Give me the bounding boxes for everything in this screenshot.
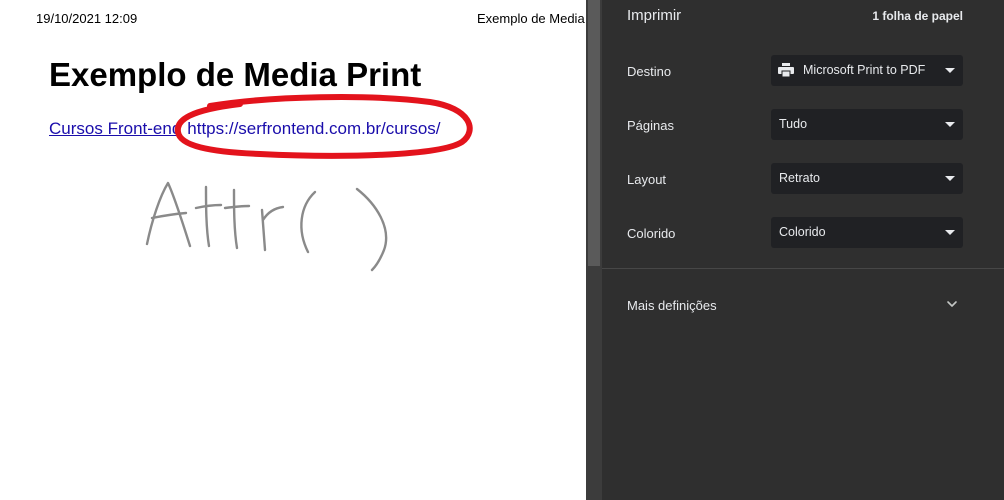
color-select[interactable]: Colorido	[771, 217, 963, 248]
destination-select[interactable]: Microsoft Print to PDF	[771, 55, 963, 86]
pages-value: Tudo	[779, 117, 808, 131]
destination-label: Destino	[627, 64, 672, 79]
dropdown-arrow-icon	[945, 230, 955, 235]
preview-scrollbar[interactable]	[586, 0, 602, 500]
print-settings-panel: Imprimir 1 folha de papel Destino Micros…	[602, 0, 1004, 500]
color-value: Colorido	[779, 225, 826, 239]
dropdown-arrow-icon	[945, 68, 955, 73]
page-header-date: 19/10/2021 12:09	[36, 11, 138, 26]
preview-scrollbar-thumb[interactable]	[588, 0, 600, 266]
pages-label: Páginas	[627, 118, 674, 133]
print-preview-page: 19/10/2021 12:09 Exemplo de Media Exempl…	[0, 0, 586, 500]
printer-icon	[778, 63, 794, 77]
more-settings-toggle[interactable]: Mais definições	[627, 298, 717, 313]
handwriting-attr	[145, 181, 388, 272]
print-panel-title: Imprimir	[627, 7, 682, 24]
page-heading: Exemplo de Media Print	[49, 56, 422, 93]
destination-value: Microsoft Print to PDF	[803, 63, 926, 77]
link-url-text: https://serfrontend.com.br/cursos/	[187, 119, 441, 138]
panel-divider	[602, 268, 1004, 269]
layout-select[interactable]: Retrato	[771, 163, 963, 194]
pages-select[interactable]: Tudo	[771, 109, 963, 140]
layout-value: Retrato	[779, 171, 820, 185]
courses-link[interactable]: Cursos Front-end	[49, 119, 181, 138]
dropdown-arrow-icon	[945, 176, 955, 181]
link-row: Cursos Front-end https://serfrontend.com.…	[49, 119, 441, 139]
sheet-count: 1 folha de papel	[872, 9, 963, 23]
chevron-down-icon[interactable]	[946, 298, 958, 310]
color-label: Colorido	[627, 226, 676, 241]
dropdown-arrow-icon	[945, 122, 955, 127]
layout-label: Layout	[627, 172, 667, 187]
page-header-title: Exemplo de Media	[477, 11, 585, 26]
